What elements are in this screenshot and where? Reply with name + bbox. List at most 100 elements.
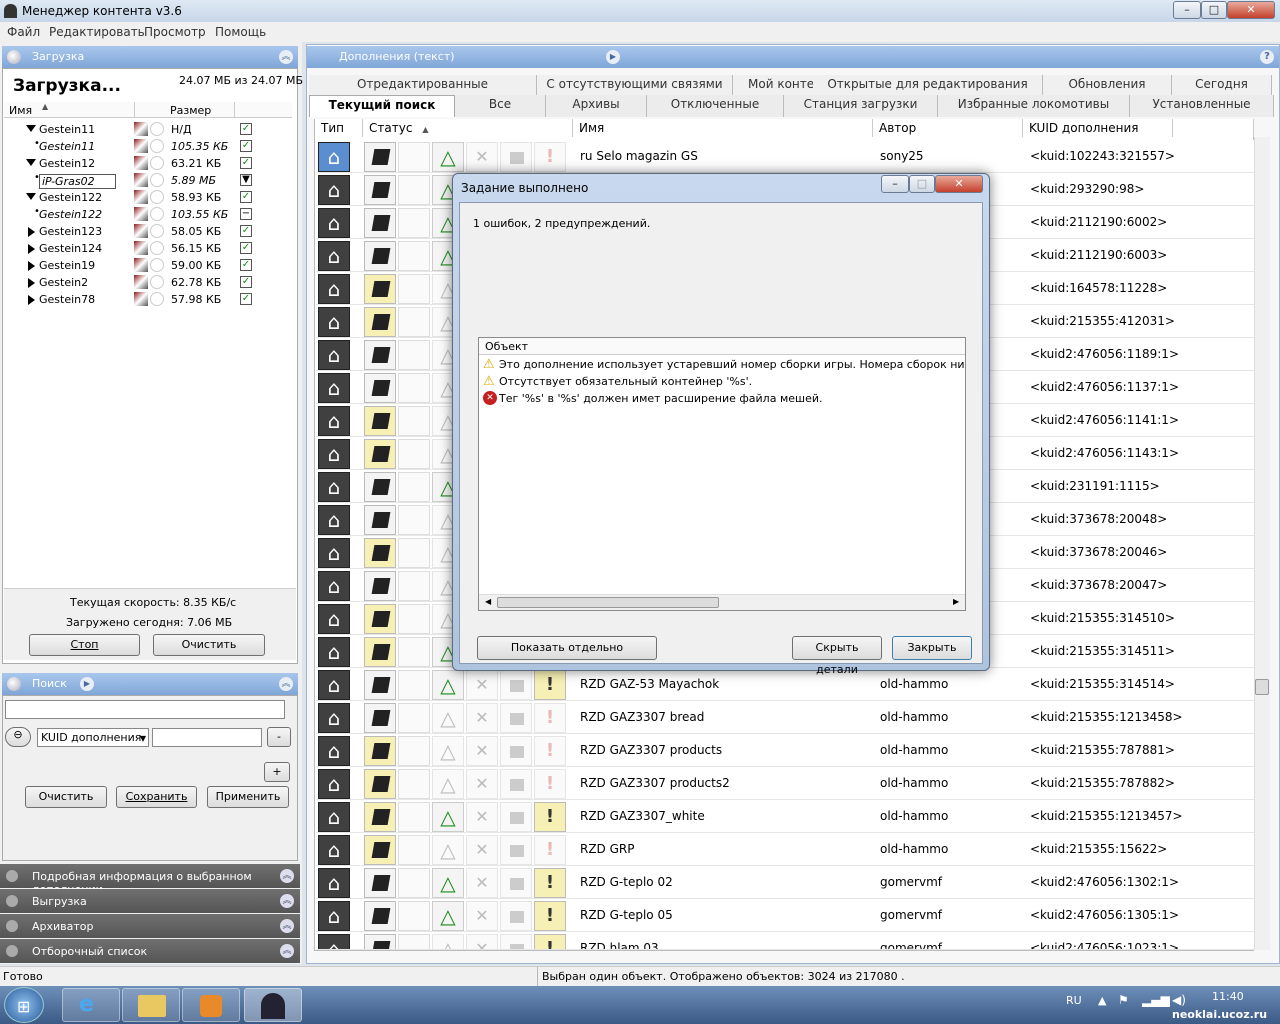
tab-row1-3[interactable]: Открытые для редактирования bbox=[813, 75, 1043, 95]
tab-row1-4[interactable]: Обновления bbox=[1043, 75, 1172, 95]
col-status[interactable]: Статус ▲ bbox=[363, 119, 573, 137]
clock[interactable]: 11:40 bbox=[1212, 990, 1244, 1003]
volume-icon[interactable]: ◀) bbox=[1172, 993, 1186, 1007]
chevron-expand-icon[interactable]: ︽ bbox=[280, 894, 294, 908]
chevron-collapse-icon[interactable]: ︽ bbox=[279, 677, 293, 691]
collapsed-icon[interactable] bbox=[28, 261, 35, 271]
network-icon[interactable]: ▂▄▆ bbox=[1142, 993, 1170, 1007]
search-input[interactable] bbox=[5, 700, 285, 719]
chevron-collapse-icon[interactable]: ︽ bbox=[279, 50, 293, 64]
content-row[interactable]: ⌂ △ ✕! RZD G-teplo 05 gomervmf <kuid2:476056:… bbox=[316, 899, 1254, 932]
content-panel-header[interactable]: Дополнения (текст) ▶ ? bbox=[307, 46, 1279, 68]
collapsed-icon[interactable] bbox=[28, 244, 35, 254]
issue-row[interactable]: ⚠ Отсутствует обязательный контейнер '%s'… bbox=[479, 373, 965, 390]
collapsed-icon[interactable] bbox=[28, 227, 35, 237]
archiver-panel-header[interactable]: Архиватор ︽ bbox=[0, 914, 300, 938]
download-status-checkbox[interactable]: ✓ bbox=[240, 259, 252, 271]
search-value-input[interactable] bbox=[152, 728, 262, 747]
search-save-button[interactable]: Сохранить bbox=[116, 786, 197, 808]
download-status-checkbox[interactable]: − bbox=[240, 208, 252, 220]
taskbar-explorer[interactable] bbox=[122, 988, 180, 1022]
issue-row[interactable]: ✕ Тег '%s' в '%s' должен имет расширение … bbox=[479, 390, 965, 407]
download-status-checkbox[interactable]: ✓ bbox=[240, 140, 252, 152]
show-separately-button[interactable]: Показать отдельно bbox=[477, 636, 657, 660]
search-panel-header[interactable]: Поиск ▶ ︽ bbox=[2, 673, 298, 695]
download-status-checkbox[interactable]: ✓ bbox=[240, 242, 252, 254]
search-apply-button[interactable]: Применить bbox=[207, 786, 289, 808]
content-row[interactable]: ⌂ △ ✕! RZD GAZ3307 products2 old-hammo <kuid:… bbox=[316, 767, 1254, 800]
tab-row2-3[interactable]: Отключенные bbox=[647, 95, 784, 117]
tab-row1-0[interactable]: Отредактированные bbox=[309, 75, 537, 95]
download-item[interactable]: Gestein12 63.21 КБ ✓ bbox=[6, 155, 294, 172]
collapsed-icon[interactable] bbox=[28, 278, 35, 288]
download-item[interactable]: Gestein19 59.00 КБ ✓ bbox=[6, 257, 294, 274]
issue-row[interactable]: ⚠ Это дополнение использует устаревший но… bbox=[479, 356, 965, 373]
content-row[interactable]: ⌂ △ ✕! RZD G-teplo 02 gomervmf <kuid2:476056:… bbox=[316, 866, 1254, 899]
download-item[interactable]: • iP-Gras02 5.89 МБ ▼ bbox=[6, 172, 294, 189]
menu-help[interactable]: Помощь bbox=[215, 25, 266, 39]
download-status-checkbox[interactable]: ▼ bbox=[240, 174, 252, 186]
tab-row1-1[interactable]: С отсутствующими связями bbox=[537, 75, 733, 95]
content-row[interactable]: ⌂ △ ✕! ru Selo magazin GS sony25 <kuid:102243… bbox=[316, 140, 1254, 173]
chevron-expand-icon[interactable]: ︽ bbox=[280, 944, 294, 958]
dialog-close-button[interactable]: Закрыть bbox=[892, 636, 972, 660]
scrollbar-thumb[interactable] bbox=[1255, 679, 1269, 695]
download-status-checkbox[interactable]: ✓ bbox=[240, 276, 252, 288]
view-options-icon[interactable]: ▶ bbox=[606, 50, 620, 64]
minimize-button[interactable]: – bbox=[1173, 1, 1201, 19]
tab-row2-4[interactable]: Станция загрузки bbox=[784, 95, 938, 117]
download-status-checkbox[interactable]: ✓ bbox=[240, 225, 252, 237]
maximize-button[interactable]: □ bbox=[1201, 1, 1227, 19]
download-item[interactable]: Gestein78 57.98 КБ ✓ bbox=[6, 291, 294, 308]
horizontal-scrollbar[interactable]: ◀ ▶ bbox=[479, 594, 965, 610]
expanded-icon[interactable] bbox=[26, 125, 36, 132]
download-item[interactable]: Gestein124 56.15 КБ ✓ bbox=[6, 240, 294, 257]
flag-icon[interactable]: ⚑ bbox=[1118, 993, 1129, 1007]
download-status-checkbox[interactable]: ✓ bbox=[240, 293, 252, 305]
dialog-close-icon[interactable]: ✕ bbox=[935, 175, 983, 193]
content-row[interactable]: ⌂ △ ✕! RZD GRP old-hammo <kuid:215355:15622> bbox=[316, 833, 1254, 866]
content-row[interactable]: ⌂ △ ✕! RZD GAZ3307 bread old-hammo <kuid:2153… bbox=[316, 701, 1254, 734]
download-item[interactable]: Gestein122 58.93 КБ ✓ bbox=[6, 189, 294, 206]
minus-button[interactable]: - bbox=[267, 727, 291, 747]
tab-row1-5[interactable]: Сегодня bbox=[1172, 75, 1272, 95]
search-clear-button[interactable]: Очистить bbox=[25, 786, 107, 808]
menu-view[interactable]: Просмотр bbox=[144, 25, 206, 39]
download-item[interactable]: Gestein2 62.78 КБ ✓ bbox=[6, 274, 294, 291]
download-status-checkbox[interactable]: ✓ bbox=[240, 123, 252, 135]
search-options-icon[interactable]: ▶ bbox=[80, 677, 94, 691]
chevron-expand-icon[interactable]: ︽ bbox=[280, 869, 294, 883]
upload-panel-header[interactable]: Выгрузка ︽ bbox=[0, 889, 300, 913]
col-kuid[interactable]: KUID дополнения bbox=[1023, 119, 1173, 137]
col-name[interactable]: Имя bbox=[573, 119, 873, 137]
tab-row2-0[interactable]: Текущий поиск bbox=[309, 95, 455, 117]
collapsed-icon[interactable] bbox=[28, 295, 35, 305]
scrollbar-thumb[interactable] bbox=[497, 597, 719, 608]
hide-details-button[interactable]: Скрыть детали bbox=[792, 636, 882, 676]
clear-downloads-button[interactable]: Очистить bbox=[153, 634, 265, 656]
taskbar-ie[interactable]: e bbox=[62, 988, 120, 1022]
expanded-icon[interactable] bbox=[26, 193, 36, 200]
tab-row2-6[interactable]: Установленные bbox=[1130, 95, 1274, 117]
download-panel-header[interactable]: Загрузка ︽ bbox=[2, 46, 298, 68]
col-author[interactable]: Автор bbox=[873, 119, 1023, 137]
shortlist-panel-header[interactable]: Отборочный список ︽ bbox=[0, 939, 300, 963]
dialog-minimize-button[interactable]: – bbox=[881, 175, 909, 193]
download-status-checkbox[interactable]: ✓ bbox=[240, 157, 252, 169]
tray-arrow-icon[interactable]: ▲ bbox=[1098, 994, 1106, 1007]
content-row[interactable]: ⌂ △ ✕! RZD hlam 03 gomervmf <kuid2:476056:102… bbox=[316, 932, 1254, 950]
menu-edit[interactable]: Редактировать bbox=[49, 25, 145, 39]
download-item[interactable]: • Gestein122 103.55 КБ − bbox=[6, 206, 294, 223]
content-row[interactable]: ⌂ △ ✕! RZD GAZ3307 products old-hammo <kuid:2… bbox=[316, 734, 1254, 767]
taskbar-content-manager[interactable] bbox=[244, 988, 302, 1022]
remove-condition-icon[interactable]: ⊖ bbox=[5, 727, 31, 747]
search-field-select[interactable]: KUID дополнения ▼ bbox=[37, 728, 149, 747]
download-item[interactable]: Gestein123 58.05 КБ ✓ bbox=[6, 223, 294, 240]
content-row[interactable]: ⌂ △ ✕! RZD GAZ-53 Mayachok old-hammo <kuid:21… bbox=[316, 668, 1254, 701]
col-size[interactable]: Размер bbox=[170, 104, 211, 117]
menu-file[interactable]: Файл bbox=[7, 25, 40, 39]
language-indicator[interactable]: RU bbox=[1066, 994, 1082, 1007]
content-row[interactable]: ⌂ △ ✕! RZD GAZ3307_white old-hammo <kuid:2153… bbox=[316, 800, 1254, 833]
start-button[interactable]: ⊞ bbox=[4, 987, 44, 1023]
scroll-left-icon[interactable]: ◀ bbox=[485, 597, 491, 606]
